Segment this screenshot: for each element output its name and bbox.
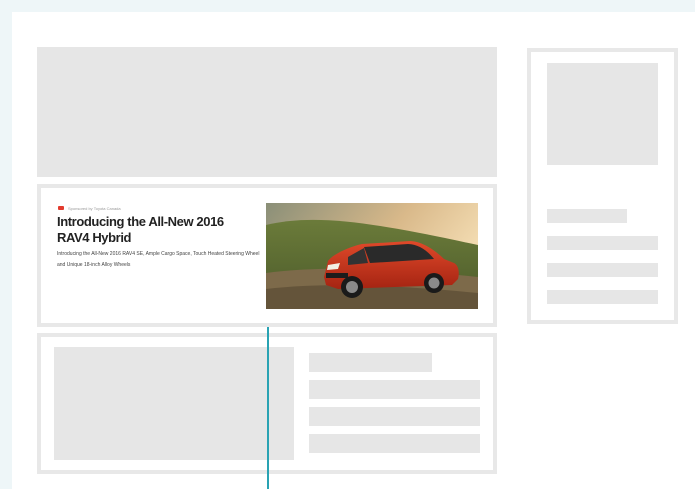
sponsor-icon: [58, 206, 64, 210]
content-text-placeholder: [309, 380, 480, 399]
content-text-placeholder: [309, 407, 480, 426]
sidebar-text-placeholder: [547, 209, 627, 223]
ad-title[interactable]: Introducing the All-New 2016 RAV4 Hybrid: [57, 214, 257, 246]
sidebar-image-placeholder: [547, 63, 658, 165]
content-placeholder-top: [37, 47, 497, 177]
red-suv-image[interactable]: [266, 203, 478, 309]
native-ad-card[interactable]: Sponsored by Toyota Canada Introducing t…: [37, 184, 497, 327]
sidebar-text-placeholder: [547, 290, 658, 304]
sponsor-label: Sponsored by Toyota Canada: [58, 204, 121, 212]
ad-indicator-line: [267, 327, 269, 489]
sponsor-text: Sponsored by Toyota Canada: [68, 205, 121, 211]
sidebar-text-placeholder: [547, 236, 658, 250]
ad-description: Introducing the All-New 2016 RAV4 SE, Am…: [57, 251, 260, 268]
content-text-placeholder: [309, 434, 480, 453]
content-image-placeholder: [54, 347, 294, 460]
content-text-placeholder: [309, 353, 432, 372]
sidebar-text-placeholder: [547, 263, 658, 277]
